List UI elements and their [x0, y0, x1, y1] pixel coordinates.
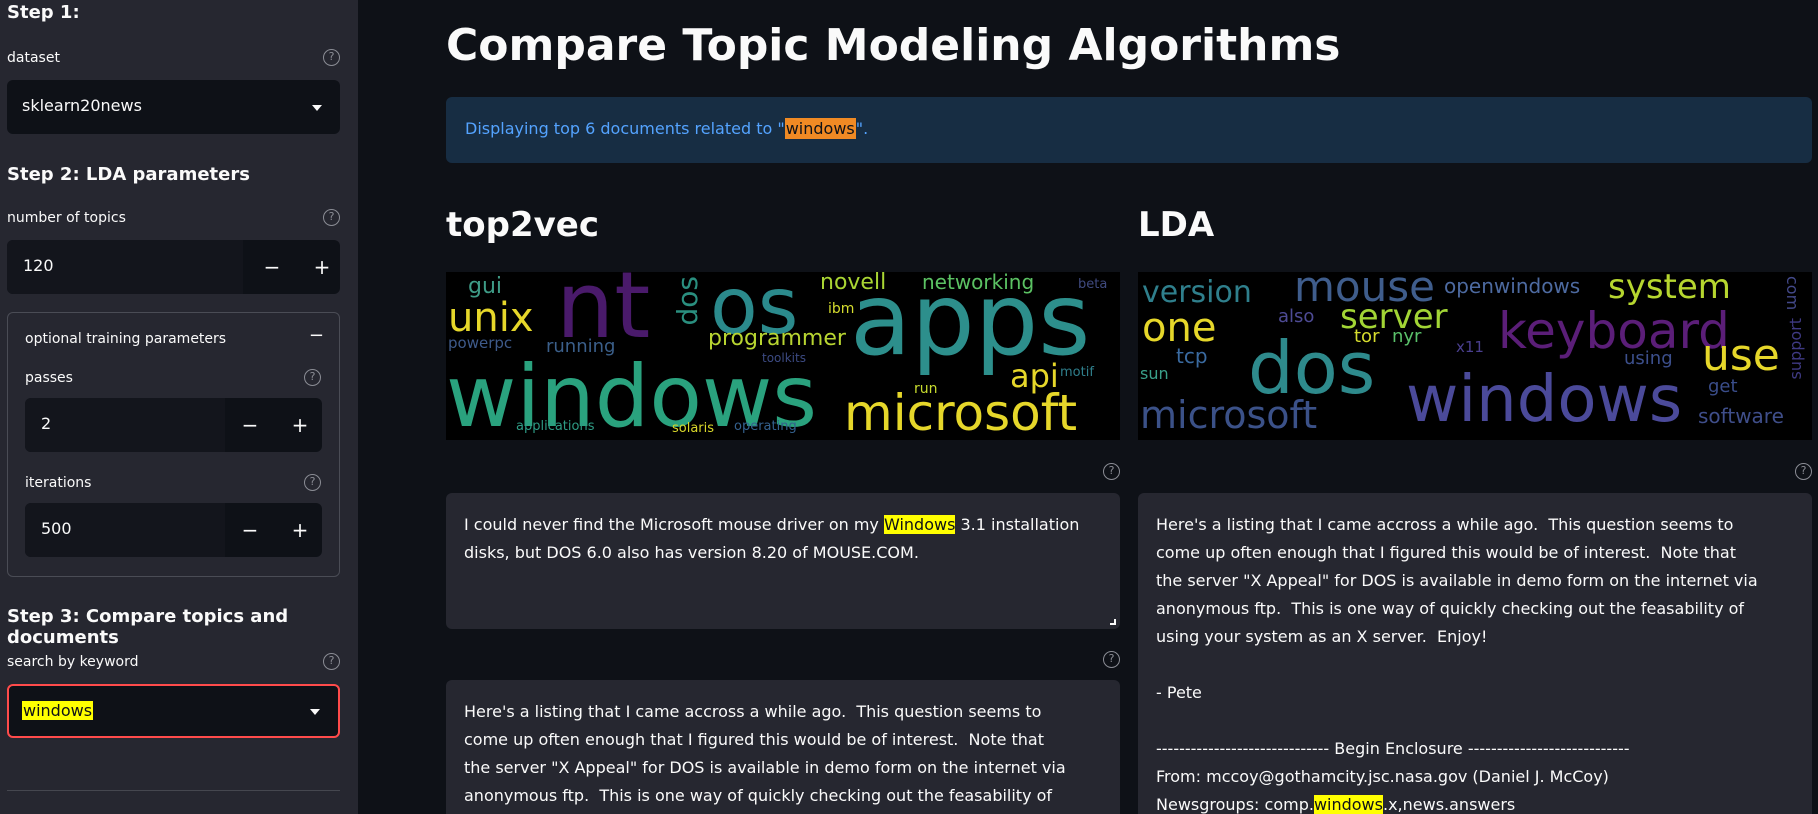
passes-increment-button[interactable]: +: [275, 398, 325, 452]
num-topics-input[interactable]: 120 − +: [7, 240, 340, 294]
step2-heading: Step 2: LDA parameters: [7, 164, 250, 185]
help-icon[interactable]: ?: [304, 474, 321, 491]
info-text: Displaying top 6 documents related to "w…: [465, 118, 869, 139]
dataset-value: sklearn20news: [22, 96, 142, 115]
resize-handle-icon[interactable]: [1110, 619, 1116, 625]
iterations-input[interactable]: 500 − +: [25, 503, 322, 557]
info-suffix: ".: [855, 119, 869, 138]
wordcloud-word: microsoft: [844, 384, 1078, 440]
iterations-increment-button[interactable]: +: [275, 503, 325, 557]
wordcloud-word: programmer: [708, 326, 846, 351]
wordcloud-word: tor: [1354, 326, 1380, 347]
doc-text-part: .x,news.answers: [1382, 795, 1516, 814]
wordcloud-word: run: [914, 381, 938, 397]
passes-decrement-button[interactable]: −: [225, 398, 275, 452]
wordcloud-word: solaris: [672, 421, 715, 436]
doc-text: I could never find the Microsoft mouse d…: [464, 511, 1102, 567]
dataset-select[interactable]: sklearn20news: [7, 80, 340, 134]
wordcloud-word: powerpc: [448, 334, 513, 352]
dataset-label: dataset: [7, 50, 60, 66]
num-topics-increment-button[interactable]: +: [297, 240, 347, 294]
wordcloud-word: toolkits: [762, 351, 806, 365]
top2vec-title: top2vec: [446, 205, 599, 245]
wordcloud-word: beta: [1078, 277, 1108, 292]
wordcloud-word: keyboard: [1498, 302, 1730, 360]
expander-title[interactable]: optional training parameters: [25, 331, 226, 347]
info-banner: Displaying top 6 documents related to "w…: [446, 97, 1812, 163]
wordcloud-word: use: [1702, 330, 1780, 381]
wordcloud-word: applications: [516, 419, 595, 434]
help-icon[interactable]: ?: [1795, 463, 1812, 480]
passes-label: passes: [25, 370, 73, 386]
help-icon[interactable]: ?: [1103, 651, 1120, 668]
passes-field[interactable]: [25, 398, 225, 452]
wordcloud-word: get: [1708, 376, 1738, 397]
wordcloud-word: one: [1142, 305, 1217, 351]
wordcloud-word: microsoft: [1140, 393, 1318, 437]
lda-doc-1[interactable]: Here's a listing that I came accross a w…: [1138, 493, 1812, 814]
wordcloud-word: also: [1278, 306, 1315, 327]
sidebar: Step 1: dataset ? sklearn20news Step 2: …: [0, 0, 358, 814]
step1-heading: Step 1:: [7, 2, 80, 23]
num-topics-value: 120: [23, 256, 54, 275]
optional-training-expander: optional training parameters − passes ? …: [7, 312, 340, 577]
wordcloud-word: dos: [671, 276, 704, 326]
help-icon[interactable]: ?: [323, 49, 340, 66]
wordcloud-word: windows: [1406, 363, 1683, 437]
keyword-value: windows: [22, 701, 94, 720]
wordcloud-word: support: [1786, 318, 1805, 380]
wordcloud-word: version: [1142, 275, 1252, 310]
wordcloud-word: tcp: [1176, 344, 1208, 368]
chevron-down-icon: [312, 105, 322, 111]
wordcloud-word: nyr: [1392, 326, 1422, 347]
keyword-select[interactable]: windows: [7, 684, 340, 738]
help-icon[interactable]: ?: [304, 369, 321, 386]
wordcloud-word: using: [1624, 348, 1673, 369]
keyword-highlight: windows: [1313, 795, 1383, 814]
doc-text-part: Here's a listing that I came accross a w…: [1156, 515, 1758, 814]
wordcloud-word: motif: [1060, 365, 1094, 380]
wordcloud-word: unix: [448, 295, 534, 341]
passes-value: 2: [41, 414, 52, 433]
keyword-highlight: Windows: [883, 515, 956, 534]
iterations-decrement-button[interactable]: −: [225, 503, 275, 557]
wordcloud-word: novell: [820, 272, 887, 295]
chevron-down-icon: [310, 709, 320, 715]
wordcloud-word: api: [1010, 357, 1059, 395]
wordcloud-word: system: [1608, 272, 1731, 307]
wordcloud-word: running: [546, 336, 616, 357]
step3-heading: Step 3: Compare topics and documents: [7, 606, 289, 648]
keyword-label: search by keyword: [7, 654, 139, 670]
wordcloud-word: x11: [1456, 338, 1484, 356]
help-icon[interactable]: ?: [323, 653, 340, 670]
info-prefix: Displaying top 6 documents related to ": [465, 119, 785, 138]
wordcloud-word: software: [1698, 404, 1784, 428]
wordcloud-word: operating: [734, 419, 797, 434]
lda-wordcloud: windows dos keyboard mouse microsoft ver…: [1138, 272, 1812, 440]
top2vec-doc-2[interactable]: Here's a listing that I came accross a w…: [446, 680, 1120, 814]
wordcloud-word: networking: [922, 272, 1035, 294]
iterations-label: iterations: [25, 475, 92, 491]
iterations-value: 500: [41, 519, 72, 538]
doc-text: Here's a listing that I came accross a w…: [464, 702, 1066, 805]
page-title: Compare Topic Modeling Algorithms: [446, 20, 1341, 71]
num-topics-decrement-button[interactable]: −: [247, 240, 297, 294]
wordcloud-word: gui: [468, 274, 503, 299]
wordcloud-word: com: [1783, 276, 1802, 311]
num-topics-label: number of topics: [7, 210, 126, 226]
lda-title: LDA: [1138, 205, 1215, 245]
sidebar-divider: [7, 790, 340, 791]
doc-text-part: I could never find the Microsoft mouse d…: [464, 515, 884, 534]
wordcloud-word: openwindows: [1444, 274, 1581, 298]
collapse-icon[interactable]: −: [309, 325, 324, 346]
top2vec-doc-1[interactable]: I could never find the Microsoft mouse d…: [446, 493, 1120, 629]
info-keyword: windows: [784, 118, 856, 139]
help-icon[interactable]: ?: [323, 209, 340, 226]
top2vec-wordcloud: windows apps os nt microsoft unix dos pr…: [446, 272, 1120, 440]
doc-text: Here's a listing that I came accross a w…: [1156, 511, 1794, 814]
wordcloud-word: sun: [1140, 364, 1169, 383]
wordcloud-word: ibm: [828, 301, 855, 317]
help-icon[interactable]: ?: [1103, 463, 1120, 480]
passes-input[interactable]: 2 − +: [25, 398, 322, 452]
